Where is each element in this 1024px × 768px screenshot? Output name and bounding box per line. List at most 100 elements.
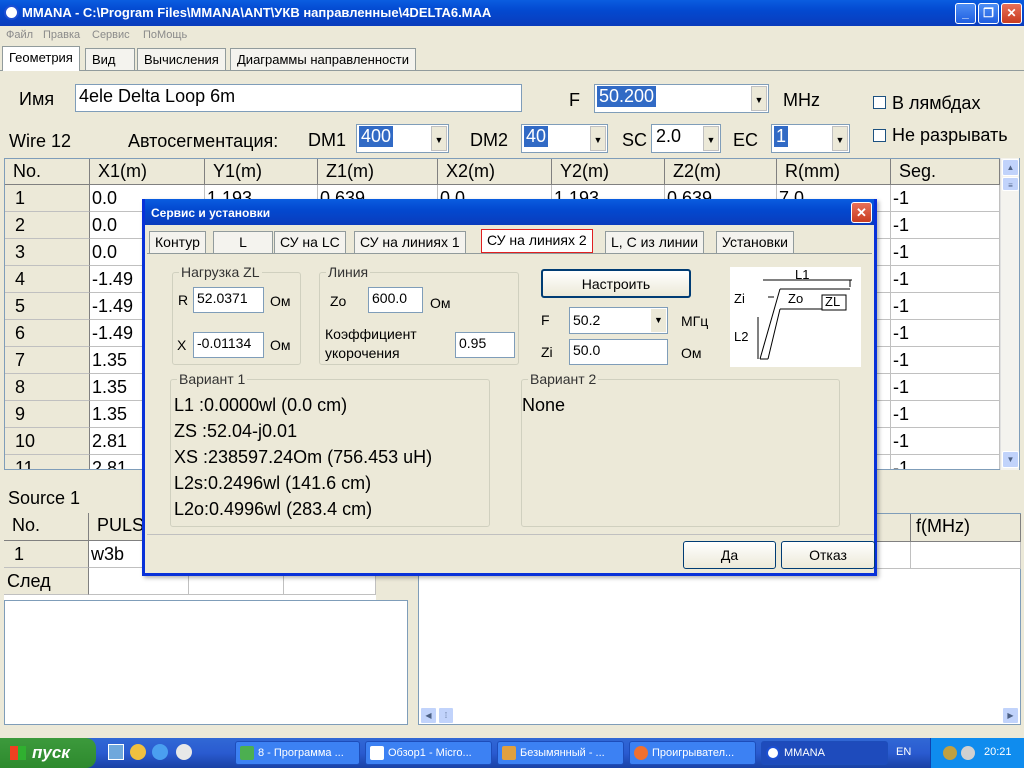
menu-help[interactable]: ПоМощь	[143, 29, 187, 41]
scroll-right-icon[interactable]: ▶	[1002, 707, 1019, 724]
wire-cell[interactable]: -1	[891, 374, 1000, 401]
ec-select[interactable]: 1 ▼	[771, 124, 850, 153]
task-mmana[interactable]: MMANA	[761, 741, 888, 765]
tab-settings[interactable]: Установки	[716, 231, 794, 253]
wire-cell[interactable]: -1	[891, 401, 1000, 428]
restore-button[interactable]: ❐	[978, 3, 999, 24]
wire-cell[interactable]: -1	[891, 428, 1000, 455]
language-indicator[interactable]: EN	[896, 746, 911, 758]
start-button[interactable]: пуск	[0, 738, 96, 768]
chevron-down-icon[interactable]: ▼	[832, 126, 848, 151]
scroll-up-icon[interactable]: ▲	[1002, 159, 1019, 176]
chevron-down-icon[interactable]: ▼	[590, 126, 606, 151]
tab-geometry[interactable]: Геометрия	[2, 46, 80, 71]
tab-match-lines-1[interactable]: СУ на линиях 1	[354, 231, 466, 253]
service-settings-dialog[interactable]: Сервис и установки ✕ Контур L СУ на LC С…	[142, 199, 877, 576]
source-label: Source 1	[8, 488, 81, 508]
freq-select[interactable]: 50.200 ▼	[594, 84, 769, 113]
tab-view[interactable]: Вид	[85, 48, 135, 70]
wire-cell[interactable]: -1	[891, 239, 1000, 266]
quicklaunch-messenger-icon[interactable]	[130, 744, 146, 760]
sc-select[interactable]: 2.0 ▼	[651, 124, 721, 153]
chevron-down-icon[interactable]: ▼	[651, 309, 666, 332]
tray-network-icon[interactable]	[943, 746, 957, 760]
minimize-button[interactable]: _	[955, 3, 976, 24]
close-button[interactable]: ✕	[1001, 3, 1022, 24]
dm2-select[interactable]: 40 ▼	[521, 124, 608, 153]
menu-service[interactable]: Сервис	[92, 29, 130, 41]
wire-row-number: 6	[5, 320, 90, 347]
task-paint[interactable]: Безымянный - ...	[497, 741, 624, 765]
chevron-down-icon[interactable]: ▼	[703, 126, 719, 151]
freq-unit: MHz	[783, 90, 820, 110]
mmana-app-icon	[4, 5, 19, 20]
source-next[interactable]: След	[4, 568, 89, 595]
wire-cell[interactable]: -1	[891, 347, 1000, 374]
tab-calculations[interactable]: Вычисления	[137, 48, 226, 70]
load-cell[interactable]	[871, 542, 911, 569]
r-input[interactable]: 52.0371	[193, 287, 264, 313]
diagram-zi: Zi	[734, 291, 745, 306]
antenna-name-input[interactable]: 4ele Delta Loop 6m	[75, 84, 522, 112]
quicklaunch-media-icon[interactable]	[176, 744, 192, 760]
load-cell[interactable]	[911, 542, 1021, 569]
scroll-down-icon[interactable]: ▼	[1002, 451, 1019, 468]
wire-cell[interactable]: -1	[891, 320, 1000, 347]
wire-header-8: Seg.	[891, 159, 1000, 185]
f-select[interactable]: 50.2 ▼	[569, 307, 668, 334]
wire-row-number: 7	[5, 347, 90, 374]
wire-cell[interactable]: -1	[891, 266, 1000, 293]
wire-cell[interactable]: -1	[891, 185, 1000, 212]
tray-security-icon[interactable]	[961, 746, 975, 760]
wire-cell[interactable]: -1	[891, 212, 1000, 239]
x-input[interactable]: -0.01134	[193, 332, 264, 358]
chevron-down-icon[interactable]: ▼	[431, 126, 447, 151]
wire-row-number: 11	[5, 455, 90, 469]
window-titlebar[interactable]: MMANA - C:\Program Files\MMANA\ANT\УКВ н…	[0, 0, 1024, 26]
load-header-freq: f(MHz)	[911, 514, 1021, 542]
dialog-separator	[147, 534, 874, 535]
zo-input[interactable]: 600.0	[368, 287, 423, 313]
wire-header-0: No.	[5, 159, 90, 185]
tab-contour[interactable]: Контур	[149, 231, 206, 253]
tab-lc-from-line[interactable]: L, C из линии	[605, 231, 705, 253]
load-zl-title: Нагрузка ZL	[179, 264, 262, 280]
dm1-select[interactable]: 400 ▼	[356, 124, 449, 153]
dialog-close-icon[interactable]: ✕	[851, 202, 872, 223]
task-word[interactable]: Обзор1 - Micro...	[365, 741, 492, 765]
tab-match-lc[interactable]: СУ на LC	[274, 231, 346, 253]
no-break-label: Не разрывать	[892, 125, 1008, 145]
tune-button[interactable]: Настроить	[541, 269, 691, 298]
wire-row-number: 1	[5, 185, 90, 212]
no-break-checkbox[interactable]	[873, 129, 886, 142]
wire-cell[interactable]: -1	[891, 293, 1000, 320]
paint-icon	[502, 746, 516, 760]
tab-match-lines-2[interactable]: СУ на линиях 2	[481, 229, 593, 253]
tab-patterns[interactable]: Диаграммы направленности	[230, 48, 416, 70]
task-program[interactable]: 8 - Программа ...	[235, 741, 360, 765]
zi-input[interactable]: 50.0	[569, 339, 668, 365]
wire-table-scrollbar[interactable]: ▲ ≡ ▼	[1000, 158, 1019, 470]
diagram-zo: Zo	[788, 291, 804, 306]
menu-edit[interactable]: Правка	[43, 29, 80, 41]
wire-header-3: Z1(m)	[318, 159, 438, 185]
dm1-label: DM1	[308, 130, 347, 150]
quicklaunch-explorer-icon[interactable]	[108, 744, 124, 760]
task-player[interactable]: Проигрывател...	[629, 741, 756, 765]
tab-l[interactable]: L	[213, 231, 273, 253]
vf-input[interactable]: 0.95	[455, 332, 515, 358]
quicklaunch-ie-icon[interactable]	[152, 744, 168, 760]
cancel-button[interactable]: Отказ	[781, 541, 875, 569]
scroll-left-icon[interactable]: ◀	[420, 707, 437, 724]
lambda-checkbox[interactable]	[873, 96, 886, 109]
menu-file[interactable]: Файл	[6, 29, 33, 41]
hscroll-thumb[interactable]: ⁞	[438, 707, 454, 724]
scroll-thumb[interactable]: ≡	[1002, 177, 1019, 191]
f-label: F	[541, 312, 550, 328]
dialog-titlebar[interactable]: Сервис и установки ✕	[145, 199, 874, 225]
wire-header-4: X2(m)	[438, 159, 552, 185]
mmana-icon	[766, 746, 780, 760]
chevron-down-icon[interactable]: ▼	[751, 86, 767, 111]
wire-cell[interactable]: -1	[891, 455, 1000, 469]
ok-button[interactable]: Да	[683, 541, 776, 569]
